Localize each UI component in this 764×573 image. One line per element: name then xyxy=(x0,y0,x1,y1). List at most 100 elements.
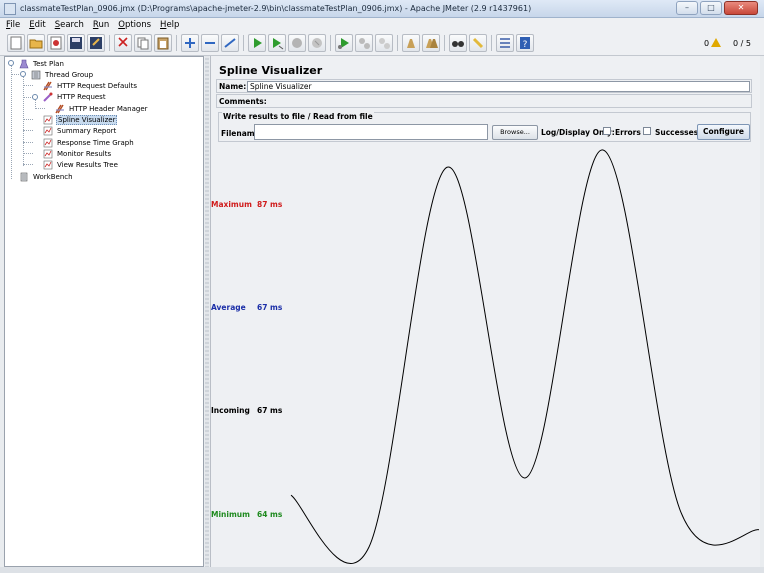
configure-button[interactable]: Configure xyxy=(697,124,750,140)
successes-label: Successes xyxy=(655,128,699,137)
spline-visualizer-panel: Spline Visualizer Name: Spline Visualize… xyxy=(210,56,760,567)
name-field[interactable]: Spline Visualizer xyxy=(247,81,750,92)
warning-icon[interactable] xyxy=(711,38,721,47)
tree-node-http-request[interactable]: HTTP Request xyxy=(43,91,107,102)
clear-all-icon[interactable] xyxy=(422,34,440,52)
tree-node-label: Thread Group xyxy=(45,70,94,79)
start-icon[interactable] xyxy=(248,34,266,52)
menu-run[interactable]: Run xyxy=(93,20,109,30)
tree-node-spline-visualizer[interactable]: Spline Visualizer xyxy=(43,114,118,125)
status-bar xyxy=(0,567,764,573)
maximize-button[interactable]: □ xyxy=(700,1,722,15)
tree-node-label: HTTP Request Defaults xyxy=(57,81,138,90)
function-helper-icon[interactable] xyxy=(496,34,514,52)
name-row: Name: Spline Visualizer xyxy=(216,79,752,93)
reset-search-icon[interactable] xyxy=(469,34,487,52)
thread-group-toggle[interactable] xyxy=(20,71,26,77)
tree-node-summary-report[interactable]: Summary Report xyxy=(43,125,117,136)
response-time-spline xyxy=(290,149,760,565)
split-pane-divider[interactable] xyxy=(205,56,209,567)
tree-node-http-request-defaults[interactable]: HTTP Request Defaults xyxy=(43,80,138,91)
svg-text:?: ? xyxy=(523,40,528,50)
workbench-icon xyxy=(20,172,28,181)
sampler-icon xyxy=(43,92,53,102)
paste-icon[interactable] xyxy=(154,34,172,52)
cut-icon[interactable] xyxy=(114,34,132,52)
menu-search[interactable]: Search xyxy=(55,20,84,30)
title-bar: classmateTestPlan_0906.jmx (D:\Programs\… xyxy=(0,0,764,18)
window-title: classmateTestPlan_0906.jmx (D:\Programs\… xyxy=(20,4,532,13)
thread-group-icon xyxy=(31,70,41,79)
toolbar: ? 0 0 / 5 xyxy=(0,31,764,56)
file-group-label: Write results to file / Read from file xyxy=(222,112,374,121)
save-as-icon[interactable] xyxy=(87,34,105,52)
tree-node-view-results-tree[interactable]: View Results Tree xyxy=(43,159,119,170)
menu-help[interactable]: Help xyxy=(160,20,179,30)
remote-shutdown-icon[interactable] xyxy=(375,34,393,52)
listener-icon xyxy=(43,149,53,158)
tree-node-label: View Results Tree xyxy=(57,160,118,169)
tree-node-test-plan[interactable]: Test Plan xyxy=(19,58,65,69)
filename-input[interactable] xyxy=(254,124,488,140)
tree-node-label: Response Time Graph xyxy=(57,138,134,147)
tree-node-thread-group[interactable]: Thread Group xyxy=(31,69,94,80)
errors-label: Errors xyxy=(615,128,641,137)
close-icon[interactable] xyxy=(47,34,65,52)
comments-field[interactable] xyxy=(267,96,750,107)
test-plan-toggle[interactable] xyxy=(8,60,14,66)
tree-node-label: Monitor Results xyxy=(57,149,112,158)
window-controls: – □ ✕ xyxy=(676,1,758,15)
new-icon[interactable] xyxy=(7,34,25,52)
menu-options[interactable]: Options xyxy=(118,20,151,30)
remote-stop-icon[interactable] xyxy=(355,34,373,52)
tree-node-label: HTTP Header Manager xyxy=(69,104,148,113)
spline-graph xyxy=(290,149,760,565)
active-threads: 0 / 5 xyxy=(733,39,751,48)
successes-checkbox[interactable] xyxy=(643,127,651,135)
warning-count: 0 xyxy=(704,39,710,48)
stop-icon[interactable] xyxy=(288,34,306,52)
listener-icon xyxy=(43,160,53,169)
open-icon[interactable] xyxy=(27,34,45,52)
jmeter-app-icon xyxy=(4,2,16,15)
file-group: Write results to file / Read from file F… xyxy=(218,112,751,142)
tree-node-label: Summary Report xyxy=(57,126,117,135)
collapse-icon[interactable] xyxy=(201,34,219,52)
tree-node-label: Test Plan xyxy=(33,59,64,68)
save-icon[interactable] xyxy=(67,34,85,52)
tree-node-http-header-manager[interactable]: HTTP Header Manager xyxy=(55,103,149,114)
shutdown-icon[interactable] xyxy=(308,34,326,52)
config-icon xyxy=(43,81,52,90)
copy-icon[interactable] xyxy=(134,34,152,52)
menu-file[interactable]: File xyxy=(6,20,20,30)
comments-label: Comments: xyxy=(219,97,267,106)
listener-icon xyxy=(43,138,53,147)
toggle-icon[interactable] xyxy=(221,34,239,52)
name-label: Name: xyxy=(219,82,247,91)
close-window-button[interactable]: ✕ xyxy=(724,1,758,15)
test-plan-icon xyxy=(19,59,29,68)
tree-node-response-time-graph[interactable]: Response Time Graph xyxy=(43,137,135,148)
page-title: Spline Visualizer xyxy=(219,64,323,77)
remote-start-icon[interactable] xyxy=(335,34,353,52)
comments-row: Comments: xyxy=(216,94,752,108)
browse-button[interactable]: Browse... xyxy=(492,125,538,140)
search-icon[interactable] xyxy=(449,34,467,52)
expand-icon[interactable] xyxy=(181,34,199,52)
errors-checkbox[interactable] xyxy=(603,127,611,135)
tree-node-label: HTTP Request xyxy=(57,92,106,101)
test-plan-tree[interactable]: Test Plan Thread Group HTTP Request Defa… xyxy=(4,56,204,567)
clear-icon[interactable] xyxy=(402,34,420,52)
minimize-button[interactable]: – xyxy=(676,1,698,15)
tree-node-workbench[interactable]: WorkBench xyxy=(19,171,74,182)
http-request-toggle[interactable] xyxy=(32,94,38,100)
help-icon[interactable]: ? xyxy=(516,34,534,52)
tree-node-label: WorkBench xyxy=(33,172,73,181)
tree-node-monitor-results[interactable]: Monitor Results xyxy=(43,148,112,159)
config-icon xyxy=(55,104,64,113)
listener-icon xyxy=(43,126,53,135)
listener-icon xyxy=(43,115,53,124)
menu-bar: File Edit Search Run Options Help xyxy=(0,18,764,31)
menu-edit[interactable]: Edit xyxy=(29,20,45,30)
start-no-timers-icon[interactable] xyxy=(268,34,286,52)
